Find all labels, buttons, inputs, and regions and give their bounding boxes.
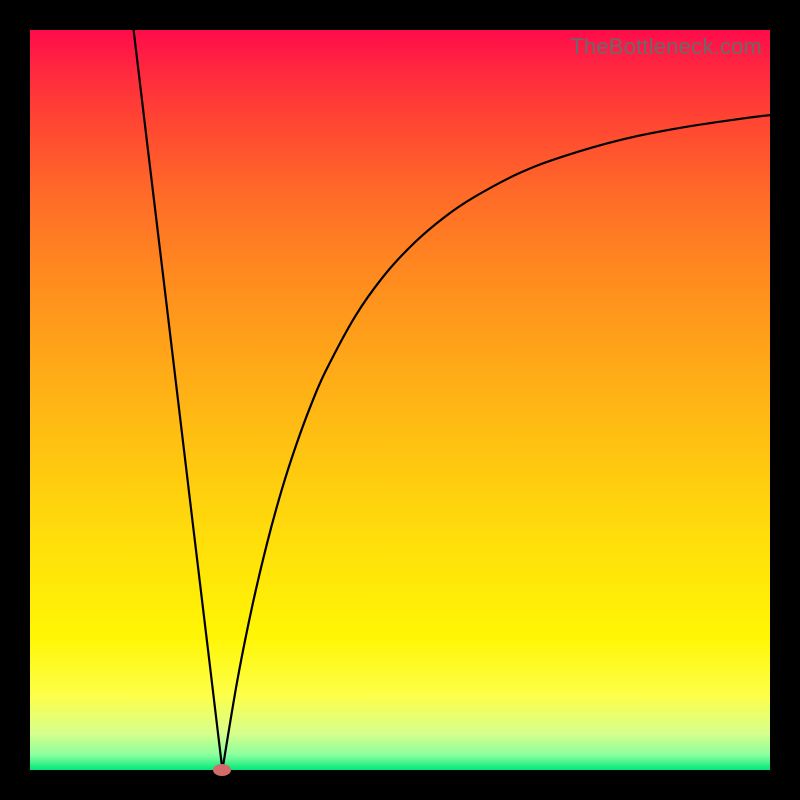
curve-svg [30, 30, 770, 770]
curve-right-branch [222, 115, 770, 770]
curve-left-branch [134, 30, 223, 770]
plot-area: TheBottleneck.com [30, 30, 770, 770]
chart-frame: TheBottleneck.com [0, 0, 800, 800]
vertex-marker [213, 764, 231, 776]
